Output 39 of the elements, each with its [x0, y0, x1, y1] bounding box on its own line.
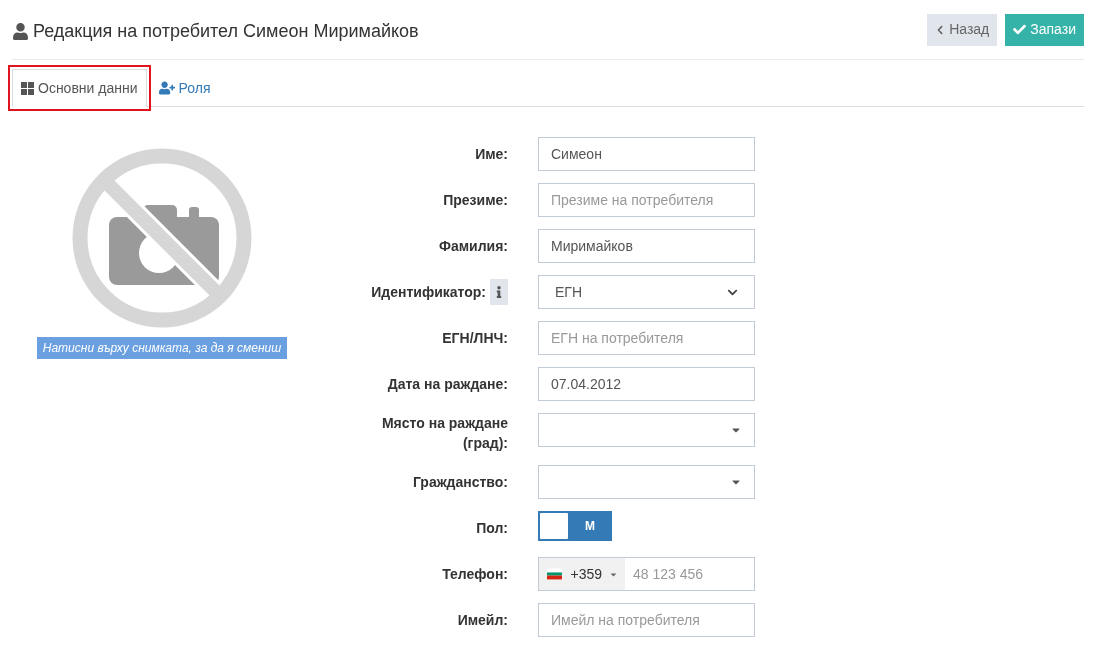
field-label: Имейл:	[457, 611, 508, 630]
field-label: Идентификатор:	[371, 283, 486, 302]
flag-icon	[547, 567, 563, 581]
user-icon	[12, 23, 29, 40]
back-button[interactable]: Назад	[927, 13, 998, 46]
photo-caption: Натисни върху снимката, за да я смениш	[36, 337, 288, 359]
select-field[interactable]	[538, 465, 755, 499]
chevron-left-icon	[935, 24, 946, 35]
tab[interactable]: Роля	[150, 69, 219, 107]
input-field[interactable]: Симеон	[538, 137, 755, 171]
select-field[interactable]	[538, 413, 755, 447]
info-icon[interactable]	[490, 279, 508, 305]
input-field[interactable]: Миримайков	[538, 229, 755, 263]
field-label: Име:	[475, 145, 508, 164]
field-label: Фамилия:	[438, 237, 508, 256]
no-photo-icon[interactable]	[71, 147, 253, 329]
country-code-selector[interactable]: +359	[539, 558, 625, 590]
field-label: Гражданство:	[412, 473, 508, 492]
phone-field[interactable]: +359 48 123 456	[538, 557, 755, 591]
toggle-value: М	[584, 518, 596, 535]
page-title: Редакция на потребител Симеон Миримайков	[33, 20, 419, 43]
toggle-knob	[539, 512, 569, 540]
select-field[interactable]: ЕГН	[538, 275, 755, 309]
input-field[interactable]: 07.04.2012	[538, 367, 755, 401]
grid-icon	[21, 81, 34, 95]
input-field[interactable]: ЕГН на потребителя	[538, 321, 755, 355]
field-label: Място на раждане (град):	[380, 414, 508, 453]
input-field[interactable]: Презиме на потребителя	[538, 183, 755, 217]
check-icon	[1013, 23, 1027, 36]
phone-input[interactable]: 48 123 456	[625, 558, 754, 590]
field-label: ЕГН/ЛНЧ:	[442, 329, 508, 348]
user-plus-icon	[158, 80, 175, 96]
country-code: +359	[570, 564, 603, 584]
field-label: Презиме:	[443, 191, 508, 210]
input-field[interactable]: Имейл на потребителя	[538, 603, 755, 637]
field-label: Дата на раждане:	[387, 375, 508, 394]
field-label: Пол:	[476, 519, 508, 538]
field-label: Телефон:	[442, 565, 508, 584]
toggle-switch[interactable]: М	[538, 511, 612, 541]
